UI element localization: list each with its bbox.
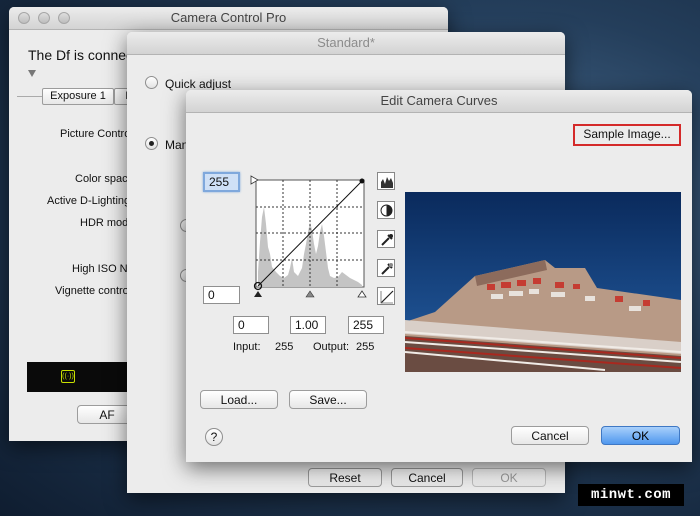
- standard-ok-button: OK: [472, 468, 546, 487]
- tab-exposure-1[interactable]: Exposure 1: [42, 88, 114, 105]
- picture-control-label: Picture Contro: [60, 128, 131, 140]
- disclosure-triangle-icon[interactable]: [28, 70, 36, 77]
- white-point-field[interactable]: 255: [348, 316, 384, 334]
- help-icon[interactable]: ?: [205, 428, 223, 446]
- zoom-icon[interactable]: [58, 12, 70, 24]
- input-value: 255: [275, 341, 294, 353]
- histogram-icon[interactable]: [377, 172, 395, 190]
- reset-button[interactable]: Reset: [308, 468, 382, 487]
- edit-curves-title: Edit Camera Curves: [380, 93, 498, 108]
- standard-cancel-button[interactable]: Cancel: [391, 468, 463, 487]
- af-area-icon: ((·)): [61, 370, 75, 383]
- quick-adjust-label: Quick adjust: [165, 77, 232, 91]
- camera-control-title: Camera Control Pro: [170, 10, 287, 25]
- black-eyedropper-icon[interactable]: [377, 230, 395, 248]
- white-point-slider-icon: [357, 290, 367, 298]
- watermark: minwt.com: [578, 484, 684, 506]
- black-point-slider-icon: [254, 291, 262, 297]
- standard-titlebar: Standard*: [127, 32, 565, 55]
- sample-image-highlight: Sample Image...: [573, 124, 681, 146]
- linear-curve-icon[interactable]: [377, 287, 395, 305]
- gamma-field[interactable]: 1.00: [290, 316, 326, 334]
- curve-point-top: [359, 178, 365, 184]
- color-space-label: Color spac: [75, 173, 128, 185]
- sample-image-button[interactable]: Sample Image...: [575, 126, 679, 143]
- vignette-control-label: Vignette contro: [55, 285, 129, 297]
- curves-cancel-button[interactable]: Cancel: [511, 426, 589, 445]
- standard-title: Standard*: [317, 35, 375, 50]
- black-point-field[interactable]: 0: [233, 316, 269, 334]
- close-icon[interactable]: [18, 12, 30, 24]
- sample-image-preview: [405, 192, 681, 372]
- output-label: Output:: [313, 341, 350, 353]
- curves-ok-button[interactable]: OK: [601, 426, 680, 445]
- gamma-slider-icon: [305, 290, 315, 298]
- high-iso-nr-label: High ISO NI: [72, 263, 131, 275]
- edit-curves-titlebar: Edit Camera Curves: [186, 90, 692, 113]
- output-min-field[interactable]: 0: [203, 286, 240, 304]
- connection-status: The Df is connec: [28, 47, 134, 63]
- gray-eyedropper-icon[interactable]: [377, 259, 395, 277]
- output-value: 255: [356, 341, 375, 353]
- camera-control-titlebar: Camera Control Pro: [9, 7, 448, 30]
- output-max-field[interactable]: 255: [203, 172, 240, 192]
- manual-adjust-radio[interactable]: [145, 137, 158, 150]
- input-label: Input:: [233, 341, 261, 353]
- tone-curve-graph[interactable]: [249, 172, 369, 302]
- contrast-icon[interactable]: [377, 201, 395, 219]
- load-button[interactable]: Load...: [200, 390, 278, 409]
- edit-curves-window: Edit Camera Curves Sample Image... 255 0: [186, 90, 692, 462]
- camera-status-strip: ((·)): [27, 362, 137, 392]
- save-button[interactable]: Save...: [289, 390, 367, 409]
- active-d-lighting-label: Active D-Lighting: [47, 195, 131, 207]
- minimize-icon[interactable]: [38, 12, 50, 24]
- quick-adjust-radio[interactable]: [145, 76, 158, 89]
